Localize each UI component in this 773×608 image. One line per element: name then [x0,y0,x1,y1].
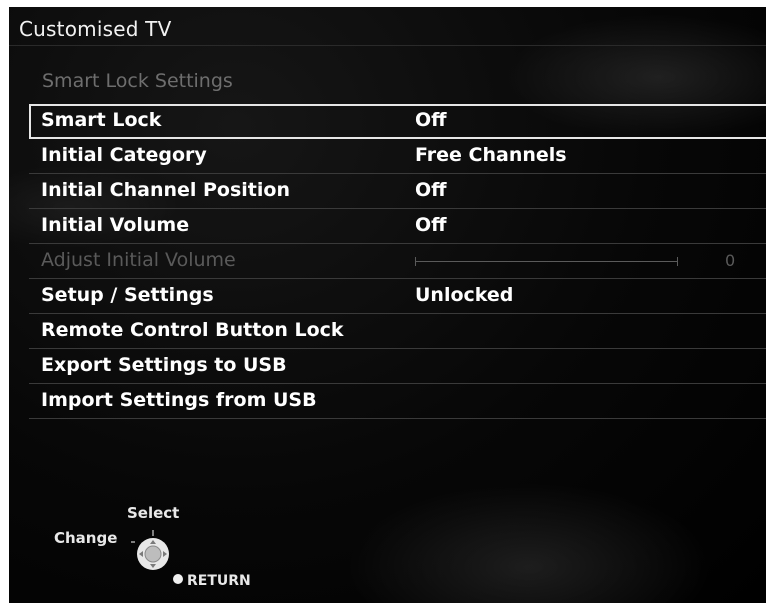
help-select-label: Select [127,504,180,522]
menu-row-smart-lock[interactable]: Smart Lock Off [29,104,766,139]
menu-row-value: Off [415,214,447,236]
tv-screen: Customised TV Smart Lock Settings Smart … [9,7,766,603]
help-return-label: RETURN [187,573,251,589]
menu-row-adjust-initial-volume: Adjust Initial Volume 0 [29,244,766,279]
navigation-help: Select Change RETURN [49,502,289,602]
dpad-icon [131,530,169,570]
app-title: Customised TV [19,17,172,41]
menu-row-import-settings[interactable]: Import Settings from USB [29,384,766,419]
menu-row-export-settings[interactable]: Export Settings to USB [29,349,766,384]
menu-row-label: Setup / Settings [41,284,214,306]
menu-row-label: Adjust Initial Volume [41,249,236,271]
menu-row-value: Off [415,109,447,131]
volume-slider-value: 0 [725,251,736,270]
menu-row-label: Remote Control Button Lock [41,319,344,341]
volume-slider [415,261,677,262]
menu-row-label: Initial Channel Position [41,179,290,201]
menu-row-label: Initial Volume [41,214,190,236]
menu-row-label: Smart Lock [41,109,162,131]
menu-row-setup-settings[interactable]: Setup / Settings Unlocked [29,279,766,314]
menu-row-value: Off [415,179,447,201]
menu-row-initial-category[interactable]: Initial Category Free Channels [29,139,766,174]
menu-row-label: Export Settings to USB [41,354,287,376]
section-title: Smart Lock Settings [42,70,233,92]
menu-row-value: Unlocked [415,284,514,306]
return-button-icon [173,574,183,584]
title-divider [9,45,766,46]
menu-row-value: Free Channels [415,144,567,166]
menu-row-remote-control-button-lock[interactable]: Remote Control Button Lock [29,314,766,349]
volume-slider-end [677,257,678,266]
menu-row-initial-volume[interactable]: Initial Volume Off [29,209,766,244]
settings-menu: Smart Lock Off Initial Category Free Cha… [29,104,766,419]
menu-row-label: Import Settings from USB [41,389,317,411]
menu-row-label: Initial Category [41,144,207,166]
help-change-label: Change [54,529,118,547]
menu-row-initial-channel-position[interactable]: Initial Channel Position Off [29,174,766,209]
